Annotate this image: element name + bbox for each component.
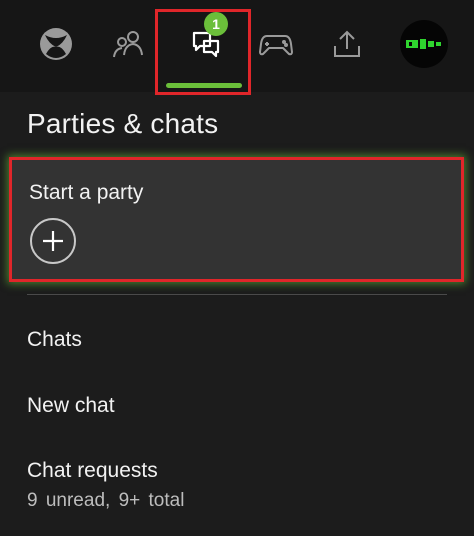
notification-badge: 1 [204,12,228,36]
new-chat-item[interactable]: New chat [27,394,115,418]
chat-requests-count: 9 unread, 9+ total [27,490,185,511]
friends-icon [113,31,143,58]
active-tab-indicator [166,83,242,88]
xbox-logo-icon [40,28,72,60]
profile-avatar [400,20,448,68]
section-divider [27,294,447,295]
chats-item[interactable]: Chats [27,328,82,352]
avatar-graphic [406,39,441,49]
chat-requests-item[interactable]: Chat requests [27,459,158,483]
nav-games[interactable] [246,14,306,74]
controller-icon [259,35,293,56]
page-title: Parties & chats [27,108,219,139]
nav-profile[interactable] [394,14,454,74]
nav-xbox-home[interactable] [26,14,86,74]
app-root: 1 Parties & chats Start a party Chats Ne… [0,0,474,536]
start-party-button[interactable] [30,218,76,264]
nav-friends[interactable] [98,14,158,74]
start-party-card[interactable]: Start a party [9,157,464,282]
share-icon [334,30,360,57]
top-nav: 1 [0,0,474,95]
nav-share[interactable] [317,14,377,74]
start-party-label: Start a party [29,181,144,204]
plus-icon [43,231,63,251]
